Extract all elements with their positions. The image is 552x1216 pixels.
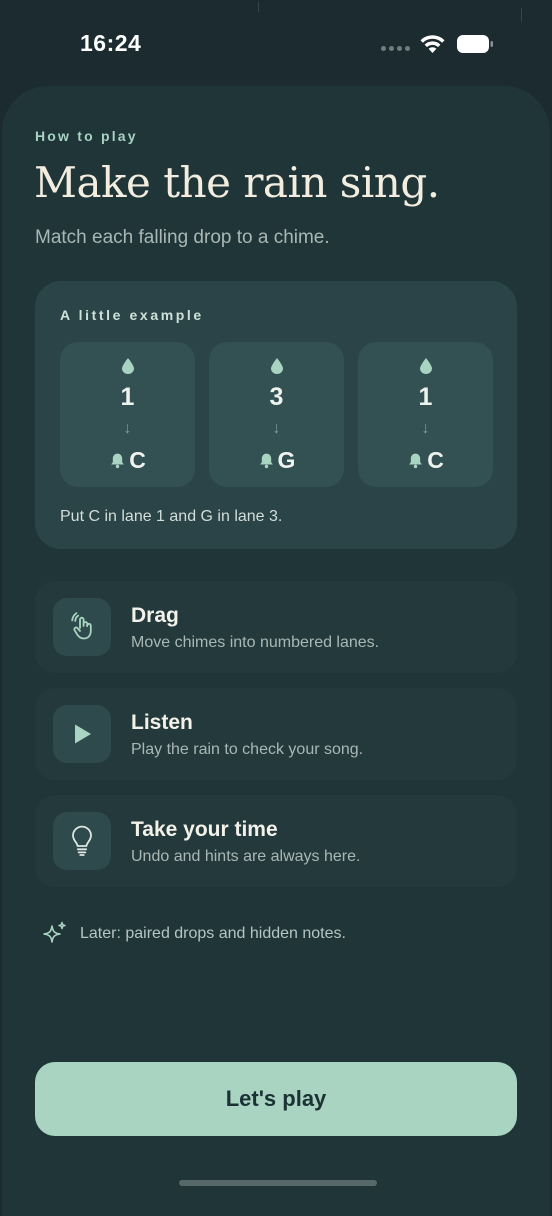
sparkle-icon	[43, 921, 66, 943]
arrow-down-icon: ↓	[421, 420, 430, 437]
status-bar: 16:24	[0, 0, 552, 86]
bell-icon	[259, 453, 273, 469]
tip-listen: Listen Play the rain to check your song.	[35, 688, 517, 780]
tip-description: Move chimes into numbered lanes.	[131, 634, 380, 651]
lane-note: G	[277, 447, 296, 473]
tip-title: Drag	[131, 604, 179, 627]
arrow-down-icon: ↓	[272, 420, 281, 437]
example-lane: 1 ↓ C	[60, 342, 195, 487]
tip-title: Take your time	[131, 818, 278, 841]
example-lane: 1 ↓ C	[358, 342, 493, 487]
later-note-text: Later: paired drops and hidden notes.	[80, 925, 346, 942]
bell-icon	[409, 453, 423, 469]
lane-chime: C	[358, 447, 493, 474]
tip-description: Undo and hints are always here.	[131, 848, 361, 865]
lets-play-button[interactable]: Let's play	[35, 1062, 517, 1136]
hand-drag-icon	[53, 598, 111, 656]
example-caption: Put C in lane 1 and G in lane 3.	[60, 508, 283, 525]
example-label: A little example	[60, 307, 204, 323]
lane-note: C	[129, 447, 146, 473]
tip-drag: Drag Move chimes into numbered lanes.	[35, 581, 517, 673]
page-subtitle: Match each falling drop to a chime.	[35, 227, 330, 248]
lane-number: 1	[418, 383, 433, 411]
page-title: Make the rain sing.	[34, 158, 440, 207]
play-icon	[53, 705, 111, 763]
lane-chime: G	[209, 447, 344, 474]
home-indicator	[179, 1180, 377, 1186]
battery-icon	[457, 35, 493, 53]
tip-title: Listen	[131, 711, 193, 734]
lane-number: 3	[269, 383, 284, 411]
example-card: A little example 1 ↓ C 3 ↓ G 1 ↓ C Put C…	[35, 281, 517, 549]
example-lane: 3 ↓ G	[209, 342, 344, 487]
status-time: 16:24	[80, 30, 142, 56]
lightbulb-icon	[53, 812, 111, 870]
arrow-down-icon: ↓	[123, 420, 132, 437]
tip-description: Play the rain to check your song.	[131, 741, 364, 758]
drop-icon	[358, 358, 493, 379]
later-note: Later: paired drops and hidden notes.	[42, 921, 346, 947]
bell-icon	[111, 453, 125, 469]
lane-chime: C	[60, 447, 195, 474]
rain-streak	[258, 2, 259, 12]
rain-streak	[521, 8, 522, 22]
eyebrow-label: How to play	[35, 128, 138, 144]
signal-dots-icon	[381, 46, 410, 51]
drop-icon	[60, 358, 195, 379]
drop-icon	[209, 358, 344, 379]
how-to-play-sheet: How to play Make the rain sing. Match ea…	[2, 86, 550, 1216]
tip-take-your-time: Take your time Undo and hints are always…	[35, 795, 517, 887]
lane-number: 1	[120, 383, 135, 411]
wifi-icon	[420, 35, 445, 53]
lane-note: C	[427, 447, 444, 473]
